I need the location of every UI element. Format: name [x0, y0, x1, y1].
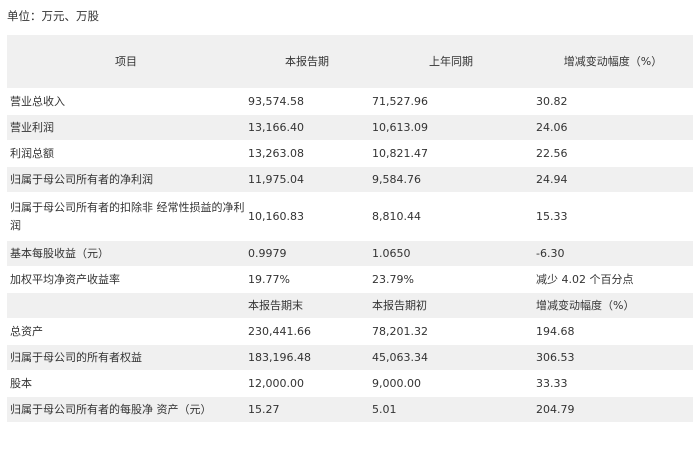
table-row: 利润总额 13,263.08 10,821.47 22.56 — [7, 140, 693, 167]
header-change-percent: 增减变动幅度（%） — [533, 35, 693, 89]
row-item: 营业利润 — [7, 114, 245, 141]
financial-summary-table: 项目 本报告期 上年同期 增减变动幅度（%） 营业总收入 93,574.58 7… — [7, 35, 693, 423]
row-change: 22.56 — [533, 140, 693, 167]
row-change: 24.94 — [533, 166, 693, 193]
row-current: 183,196.48 — [245, 344, 369, 371]
financial-summary-table-wrapper: 项目 本报告期 上年同期 增减变动幅度（%） 营业总收入 93,574.58 7… — [7, 35, 693, 423]
row-previous: 78,201.32 — [369, 318, 533, 345]
table-row: 归属于母公司所有者的净利润 11,975.04 9,584.76 24.94 — [7, 166, 693, 193]
row-current: 15.27 — [245, 396, 369, 423]
row-item: 归属于母公司的所有者权益 — [7, 344, 245, 371]
row-change: 204.79 — [533, 396, 693, 423]
row-previous: 45,063.34 — [369, 344, 533, 371]
row-change: 194.68 — [533, 318, 693, 345]
row-previous: 23.79% — [369, 266, 533, 293]
row-previous: 8,810.44 — [369, 192, 533, 241]
row-previous: 71,527.96 — [369, 88, 533, 115]
table-row: 总资产 230,441.66 78,201.32 194.68 — [7, 318, 693, 345]
row-current: 13,166.40 — [245, 114, 369, 141]
table-row: 归属于母公司的所有者权益 183,196.48 45,063.34 306.53 — [7, 344, 693, 371]
table-row: 营业利润 13,166.40 10,613.09 24.06 — [7, 114, 693, 141]
row-previous: 10,613.09 — [369, 114, 533, 141]
table-row: 股本 12,000.00 9,000.00 33.33 — [7, 370, 693, 397]
table-row: 归属于母公司所有者的每股净 资产（元） 15.27 5.01 204.79 — [7, 396, 693, 423]
row-change: 15.33 — [533, 192, 693, 241]
row-item: 利润总额 — [7, 140, 245, 167]
row-current: 10,160.83 — [245, 192, 369, 241]
table-row: 营业总收入 93,574.58 71,527.96 30.82 — [7, 88, 693, 115]
row-item: 归属于母公司所有者的扣除非 经常性损益的净利润 — [7, 192, 245, 241]
row-previous: 1.0650 — [369, 240, 533, 267]
header-item: 项目 — [7, 35, 245, 89]
header-current-period: 本报告期 — [245, 35, 369, 89]
row-previous: 9,584.76 — [369, 166, 533, 193]
row-previous: 10,821.47 — [369, 140, 533, 167]
row-current: 93,574.58 — [245, 88, 369, 115]
row-current: 19.77% — [245, 266, 369, 293]
unit-note: 单位：万元、万股 — [7, 9, 99, 23]
row-current: 13,263.08 — [245, 140, 369, 167]
table-header-row: 项目 本报告期 上年同期 增减变动幅度（%） — [7, 35, 693, 89]
row-current: 230,441.66 — [245, 318, 369, 345]
row-item: 加权平均净资产收益率 — [7, 266, 245, 293]
row-item: 总资产 — [7, 318, 245, 345]
row-previous: 9,000.00 — [369, 370, 533, 397]
row-item: 营业总收入 — [7, 88, 245, 115]
table-row: 基本每股收益（元） 0.9979 1.0650 -6.30 — [7, 240, 693, 267]
row-change: 24.06 — [533, 114, 693, 141]
row-current: 12,000.00 — [245, 370, 369, 397]
table-row: 加权平均净资产收益率 19.77% 23.79% 减少 4.02 个百分点 — [7, 266, 693, 293]
table-row: 归属于母公司所有者的扣除非 经常性损益的净利润 10,160.83 8,810.… — [7, 192, 693, 241]
row-change: 30.82 — [533, 88, 693, 115]
row-current: 11,975.04 — [245, 166, 369, 193]
row-item — [7, 292, 245, 319]
row-item: 归属于母公司所有者的净利润 — [7, 166, 245, 193]
row-previous: 5.01 — [369, 396, 533, 423]
row-change: 减少 4.02 个百分点 — [533, 266, 693, 293]
subheader-period-end: 本报告期末 — [245, 292, 369, 319]
row-item: 股本 — [7, 370, 245, 397]
row-item: 归属于母公司所有者的每股净 资产（元） — [7, 396, 245, 423]
row-current: 0.9979 — [245, 240, 369, 267]
subheader-change-percent: 增减变动幅度（%） — [533, 292, 693, 319]
row-change: 306.53 — [533, 344, 693, 371]
row-change: 33.33 — [533, 370, 693, 397]
row-item: 基本每股收益（元） — [7, 240, 245, 267]
row-change: -6.30 — [533, 240, 693, 267]
header-previous-period: 上年同期 — [369, 35, 533, 89]
table-subheader-row: 本报告期末 本报告期初 增减变动幅度（%） — [7, 292, 693, 319]
subheader-period-start: 本报告期初 — [369, 292, 533, 319]
